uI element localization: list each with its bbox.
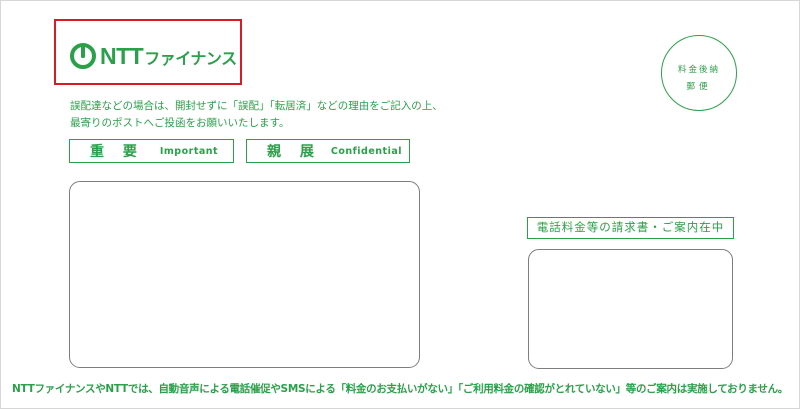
ntt-finance-logo: NTT ファイナンス xyxy=(69,41,237,71)
confidential-tag: 親 展 Confidential xyxy=(246,139,410,163)
logo-subtitle: ファイナンス xyxy=(144,48,237,68)
confidential-tag-en: Confidential xyxy=(330,145,402,157)
statement-enclosed-label: 電話料金等の請求書・ご案内在中 xyxy=(527,217,734,239)
misdelivery-notice: 誤配達などの場合は、開封せずに「誤配」「転居済」などの理由をご記入の上、 最寄り… xyxy=(70,98,443,132)
fraud-warning-footer: NTTファイナンスやNTTでは、自動音声による電話催促やSMSによる「料金のお支… xyxy=(11,383,789,395)
postage-line-1: 料金後納 xyxy=(677,65,720,75)
notice-line-1: 誤配達などの場合は、開封せずに「誤配」「転居済」などの理由をご記入の上、 xyxy=(70,100,443,112)
envelope: NTT ファイナンス 誤配達などの場合は、開封せずに「誤配」「転居済」などの理由… xyxy=(0,0,800,409)
logo-wordmark: NTT ファイナンス xyxy=(100,43,237,70)
ntt-loop-logo-icon xyxy=(70,43,96,69)
logo-brand: NTT xyxy=(100,42,144,69)
important-tag-en: Important xyxy=(159,145,219,157)
postage-line-2: 郵便 xyxy=(686,82,712,92)
important-tag: 重 要 Important xyxy=(69,139,234,163)
secondary-window xyxy=(528,249,733,369)
notice-line-2: 最寄りのポストへご投函をお願いいたします。 xyxy=(70,117,290,129)
address-window xyxy=(69,181,420,368)
postage-paid-stamp: 料金後納 郵便 xyxy=(661,35,737,111)
confidential-tag-jp: 親 展 xyxy=(267,144,321,160)
important-tag-jp: 重 要 xyxy=(90,144,144,160)
